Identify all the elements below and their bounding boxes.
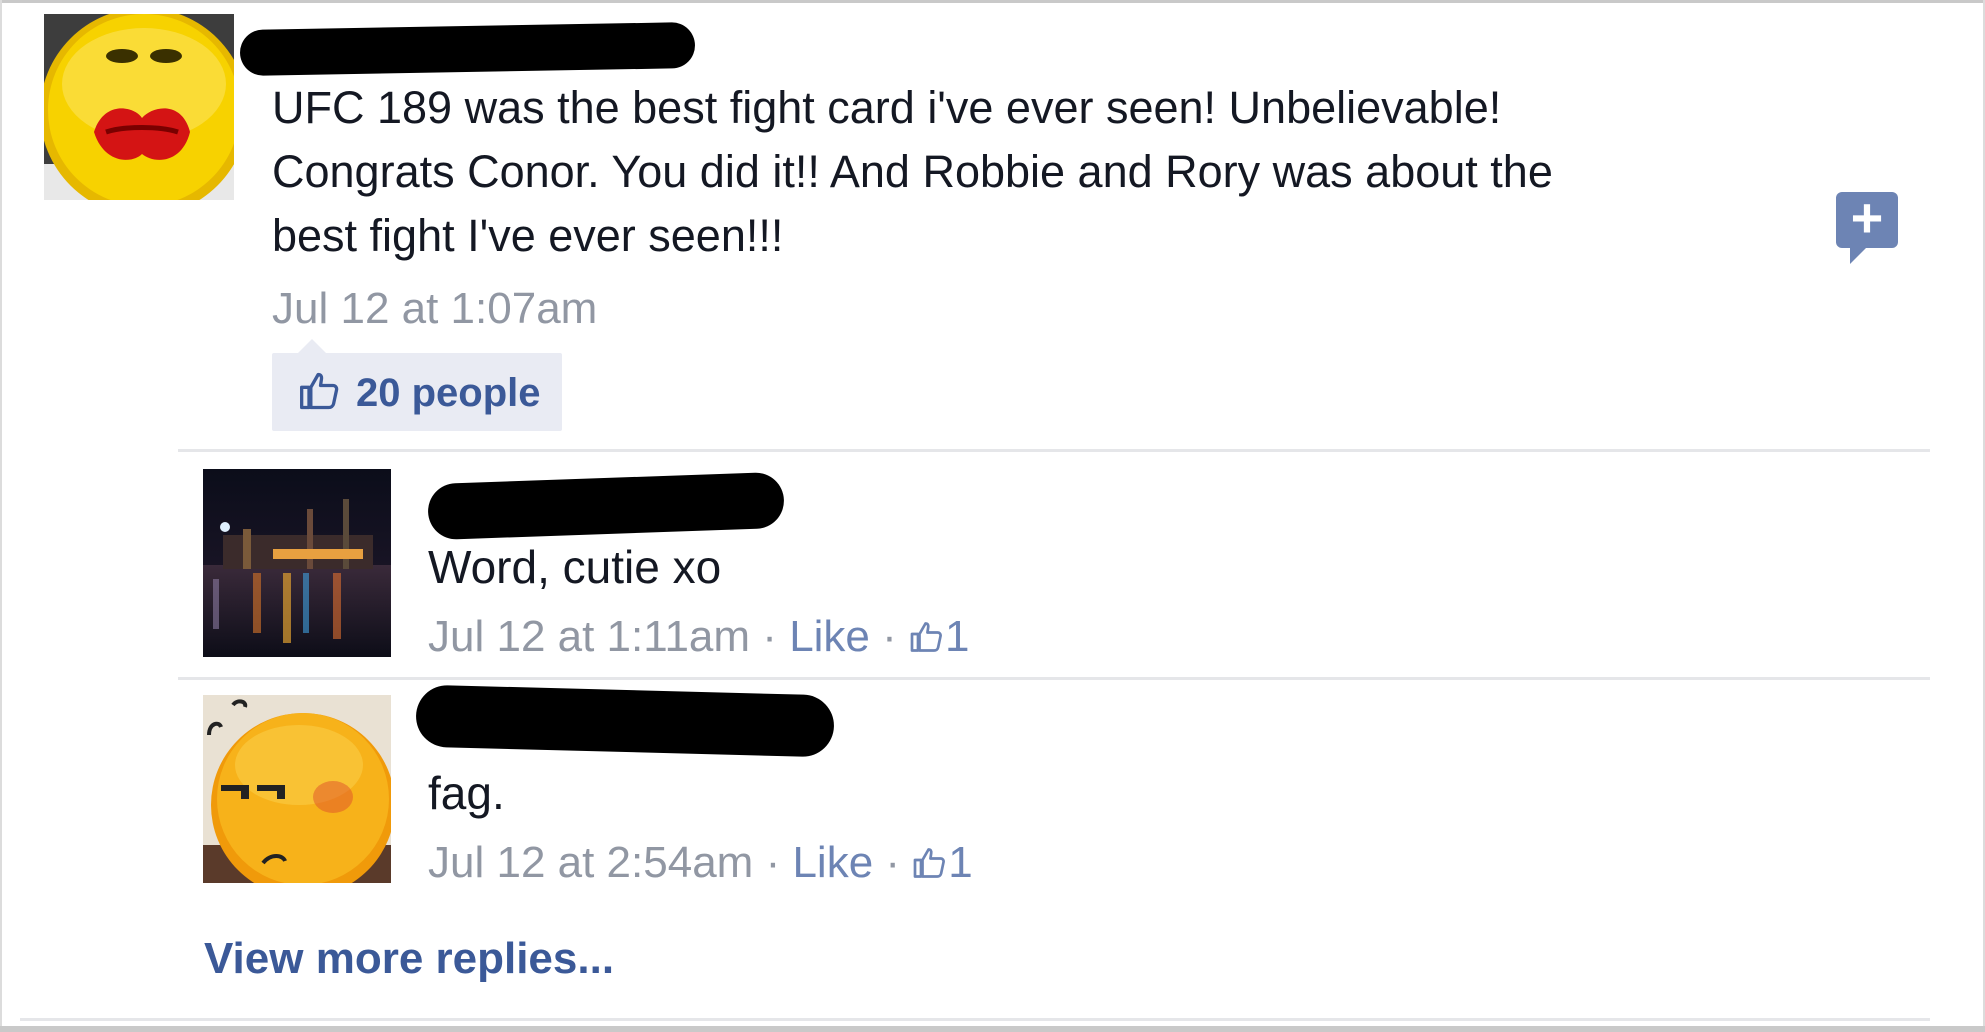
post-text-line-3: best fight I've ever seen!!! — [272, 210, 784, 261]
add-comment-button[interactable]: + — [1836, 190, 1898, 264]
frame-top-border — [0, 0, 1985, 3]
thumbs-up-icon — [910, 622, 942, 652]
post-author-name-redacted — [239, 22, 696, 76]
separator-dot: · — [762, 612, 777, 661]
view-more-replies-link[interactable]: View more replies... — [204, 934, 614, 984]
divider — [178, 677, 1930, 680]
reply-2-text: fag. — [428, 767, 505, 819]
reply-1-timestamp[interactable]: Jul 12 at 1:11am — [428, 612, 750, 661]
reply-1-avatar[interactable] — [203, 469, 391, 657]
separator-dot: · — [885, 838, 901, 887]
thumbs-up-icon — [913, 848, 946, 878]
post-timestamp[interactable]: Jul 12 at 1:07am — [272, 284, 597, 334]
unamused-emoji-icon — [203, 695, 391, 883]
reply-2-avatar[interactable] — [203, 695, 391, 883]
reply-1-like-count[interactable]: 1 — [909, 612, 970, 661]
reply-1-like-count-value: 1 — [945, 612, 970, 661]
separator-dot: · — [882, 612, 897, 661]
thumbs-up-icon — [300, 372, 339, 410]
kiss-emoji-icon — [44, 14, 234, 200]
post-text-line-2: Congrats Conor. You did it!! And Robbie … — [272, 146, 1553, 197]
reply-2-like-count-value: 1 — [948, 838, 973, 887]
post-likes-count[interactable]: 20 people — [356, 371, 541, 416]
plus-icon: + — [1850, 186, 1884, 249]
frame-bottom-border — [0, 1026, 1985, 1032]
night-city-photo — [203, 469, 391, 657]
reply-1-like-link[interactable]: Like — [789, 612, 870, 661]
reply-2-meta: Jul 12 at 2:54am · Like · 1 — [428, 838, 973, 888]
reply-1-text: Word, cutie xo — [428, 541, 722, 593]
reply-2-like-count[interactable]: 1 — [912, 838, 973, 887]
post-text-line-1: UFC 189 was the best fight card i've eve… — [272, 82, 1502, 133]
reply-1-meta: Jul 12 at 1:11am · Like · 1 — [428, 612, 970, 662]
post-author-avatar[interactable] — [44, 14, 234, 200]
reply-2-timestamp[interactable]: Jul 12 at 2:54am — [428, 838, 753, 887]
frame-left-border — [0, 0, 2, 1032]
separator-dot: · — [765, 838, 781, 887]
divider — [178, 449, 1930, 452]
divider — [20, 1018, 1930, 1021]
reply-2-author-name-redacted — [415, 684, 835, 758]
reply-1-author-name-redacted — [427, 471, 785, 541]
post-likes-box[interactable]: 20 people — [272, 339, 562, 431]
reply-2-like-link[interactable]: Like — [792, 838, 873, 887]
